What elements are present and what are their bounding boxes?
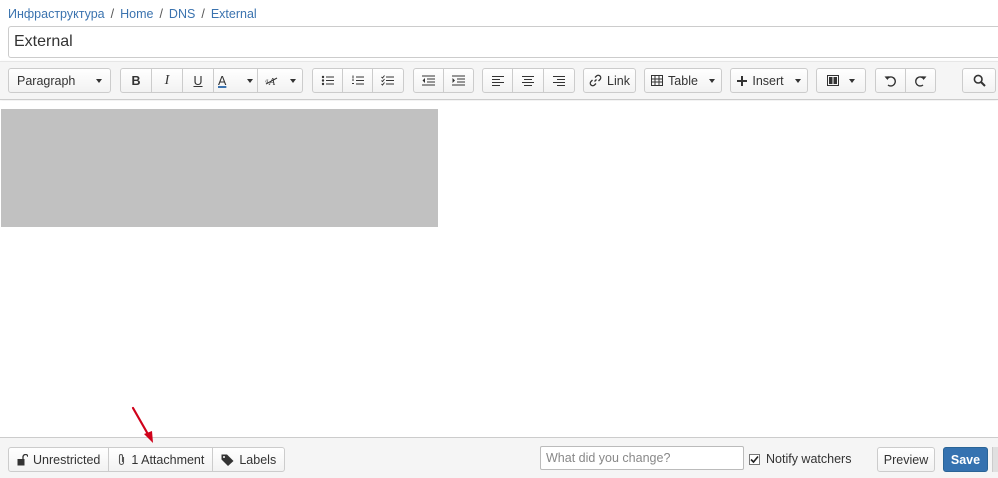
close-button-edge[interactable]: [992, 447, 998, 472]
labels-label: Labels: [239, 452, 277, 467]
task-list-icon: [381, 75, 394, 86]
text-color-icon: A: [218, 73, 227, 88]
breadcrumb-separator: /: [110, 7, 115, 21]
table-icon: [651, 75, 664, 86]
editor-content-area[interactable]: [0, 101, 998, 437]
undo-button[interactable]: [876, 69, 906, 92]
breadcrumb: Инфраструктура / Home / DNS / External: [8, 7, 257, 21]
page-layout-icon: [827, 75, 839, 86]
paragraph-dropdown[interactable]: Paragraph: [8, 68, 111, 93]
redo-icon: [914, 75, 927, 87]
align-center-button[interactable]: [513, 69, 544, 92]
underline-button[interactable]: U: [183, 69, 214, 92]
table-label: Table: [668, 73, 698, 88]
align-right-icon: [552, 75, 565, 86]
page-meta-group: Unrestricted 1 Attachment Labels: [8, 447, 286, 472]
labels-button[interactable]: Labels: [213, 448, 284, 471]
paperclip-icon: [119, 454, 125, 466]
outdent-icon: [421, 75, 435, 86]
align-right-button[interactable]: [544, 69, 574, 92]
paragraph-label: Paragraph: [17, 73, 76, 88]
checkmark-icon: [750, 455, 759, 463]
table-button[interactable]: Table: [645, 69, 721, 92]
unlock-icon: [17, 453, 28, 465]
link-button[interactable]: Link: [584, 69, 635, 92]
bullet-list-button[interactable]: [313, 69, 343, 92]
page-title-input[interactable]: [8, 26, 998, 58]
align-center-icon: [522, 75, 535, 86]
notify-watchers-checkbox[interactable]: [749, 453, 760, 465]
align-left-button[interactable]: [483, 69, 514, 92]
link-group: Link: [583, 68, 636, 93]
chevron-down-icon: [849, 78, 855, 83]
change-comment-input[interactable]: [540, 446, 744, 470]
link-label: Link: [607, 73, 630, 88]
bold-button[interactable]: B: [121, 69, 152, 92]
breadcrumb-item-space[interactable]: Инфраструктура: [8, 7, 105, 21]
editor-toolbar: Paragraph B I U A ᵃA: [0, 61, 998, 100]
alignment-group: [482, 68, 575, 93]
plus-icon: [737, 75, 748, 86]
history-group: [875, 68, 936, 93]
insert-dropdown: Insert: [730, 68, 808, 93]
chevron-down-icon: [794, 78, 801, 83]
redo-button[interactable]: [906, 69, 935, 92]
bullet-list-icon: [321, 75, 334, 86]
restrictions-label: Unrestricted: [33, 452, 101, 467]
preview-button[interactable]: Preview: [877, 447, 935, 472]
search-group: [962, 68, 996, 93]
indent-button[interactable]: [444, 69, 473, 92]
notify-watchers-option[interactable]: Notify watchers: [749, 452, 851, 466]
chevron-down-icon: [708, 78, 715, 83]
indent-icon: [451, 75, 465, 86]
search-icon: [973, 74, 986, 87]
list-group: [312, 68, 404, 93]
breadcrumb-item-external[interactable]: External: [211, 7, 257, 21]
undo-icon: [884, 75, 896, 87]
chevron-down-icon: [247, 78, 253, 83]
tag-icon: [221, 454, 234, 466]
find-replace-button[interactable]: [963, 69, 995, 92]
chevron-down-icon: [290, 78, 296, 83]
align-left-icon: [491, 75, 504, 86]
restrictions-button[interactable]: Unrestricted: [9, 448, 110, 471]
attachments-label: 1 Attachment: [131, 452, 205, 467]
more-formatting-button[interactable]: ᵃA: [258, 69, 302, 92]
breadcrumb-separator: /: [159, 7, 163, 21]
breadcrumb-item-dns[interactable]: DNS: [169, 7, 195, 21]
clear-formatting-icon: ᵃA: [265, 77, 278, 87]
table-dropdown: Table: [644, 68, 722, 93]
task-list-button[interactable]: [373, 69, 403, 92]
paragraph-button[interactable]: Paragraph: [9, 69, 110, 92]
breadcrumb-separator: /: [201, 7, 205, 21]
text-color-button[interactable]: A: [214, 69, 258, 92]
breadcrumb-item-home[interactable]: Home: [120, 7, 153, 21]
insert-label: Insert: [752, 73, 784, 88]
outdent-button[interactable]: [414, 69, 444, 92]
indent-group: [413, 68, 474, 93]
attachments-button[interactable]: 1 Attachment: [109, 448, 214, 471]
layout-dropdown: [816, 68, 866, 93]
numbered-list-button[interactable]: [343, 69, 373, 92]
numbered-list-icon: [351, 75, 364, 85]
italic-button[interactable]: I: [152, 69, 183, 92]
link-icon: [589, 74, 602, 87]
formatting-group: B I U A ᵃA: [120, 68, 303, 93]
chevron-down-icon: [96, 78, 102, 83]
editor-footer: Unrestricted 1 Attachment Labels Notify …: [0, 437, 998, 478]
insert-button[interactable]: Insert: [731, 69, 807, 92]
page-layout-button[interactable]: [817, 69, 865, 92]
notify-watchers-label: Notify watchers: [766, 452, 852, 466]
save-button[interactable]: Save: [943, 447, 988, 472]
redacted-image[interactable]: [1, 109, 438, 227]
